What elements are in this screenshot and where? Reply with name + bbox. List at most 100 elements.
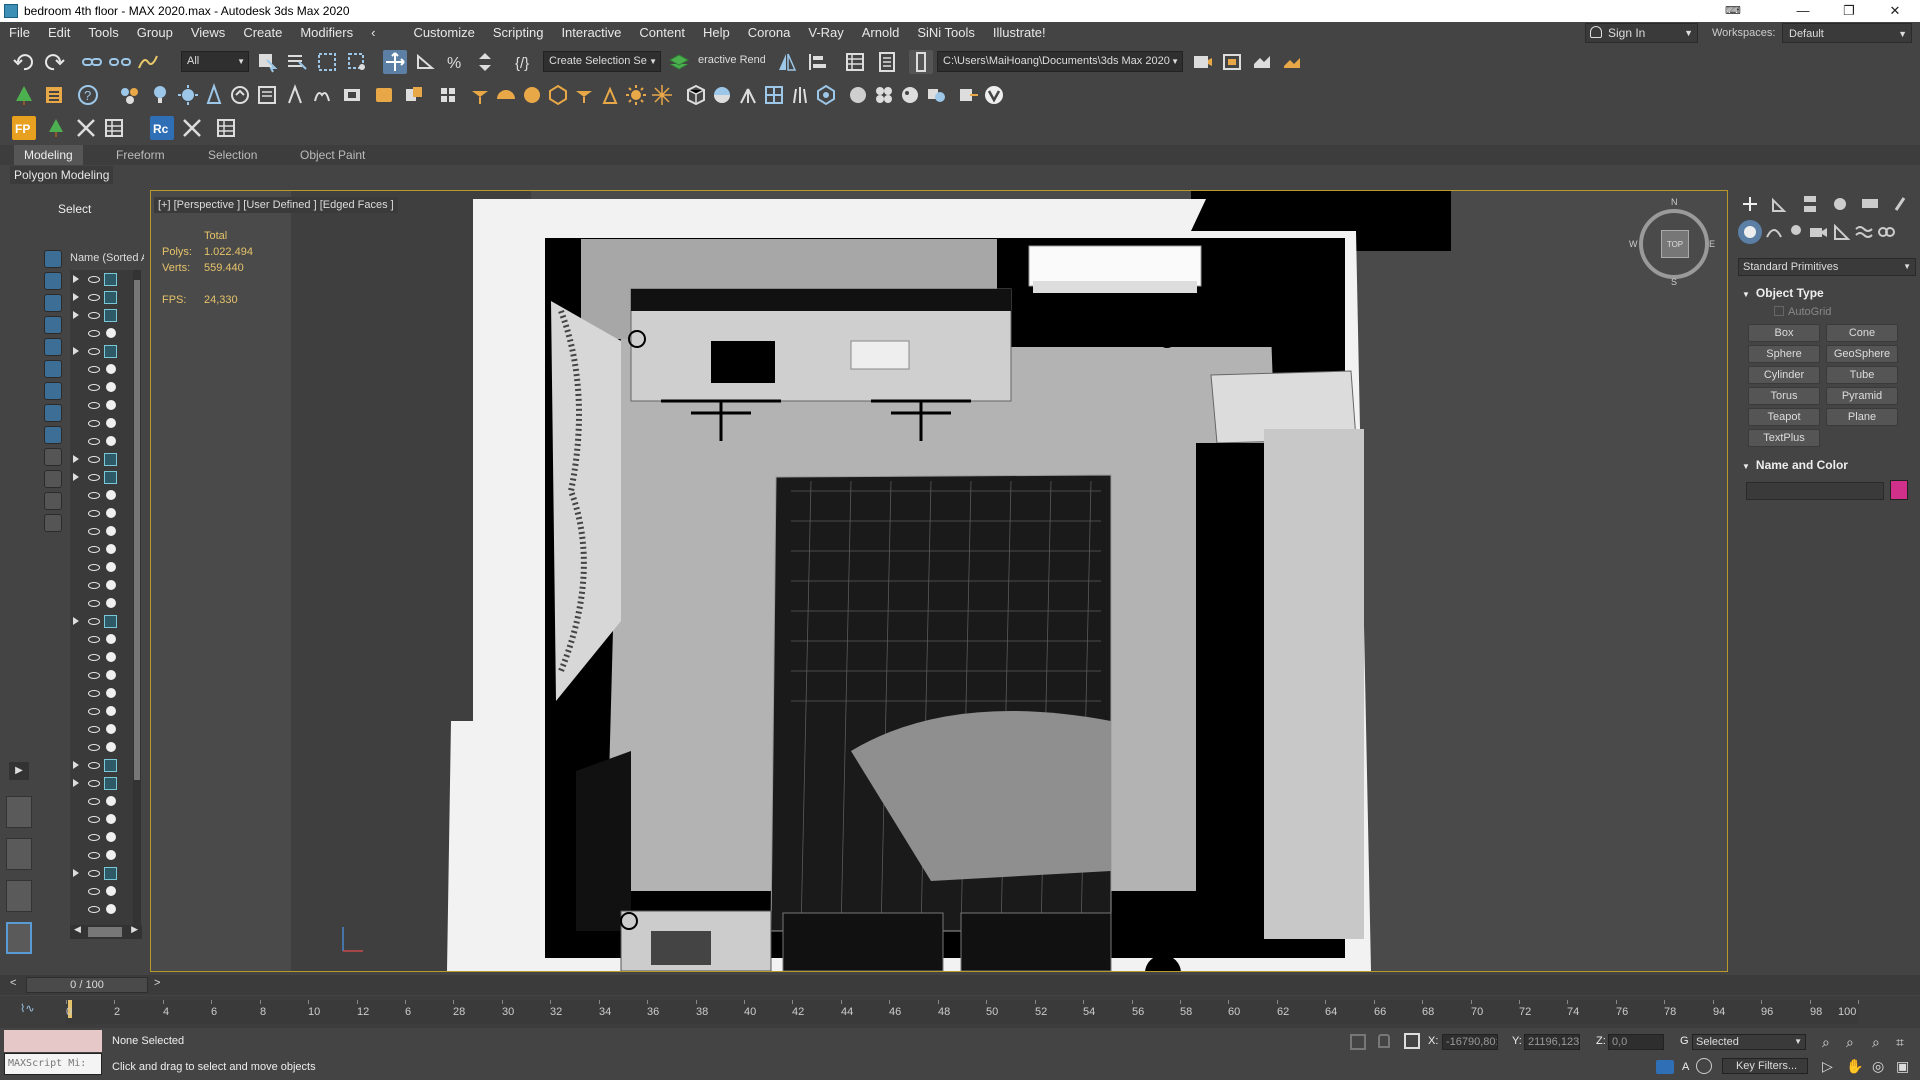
list-item[interactable] — [70, 864, 140, 882]
list-item[interactable] — [70, 342, 140, 360]
expand-arrow-icon[interactable] — [73, 455, 79, 463]
autogrid-checkbox[interactable]: AutoGrid — [1774, 306, 1831, 318]
visibility-eye-icon[interactable] — [88, 744, 100, 751]
list-item[interactable] — [70, 486, 140, 504]
minimize-button[interactable]: — — [1780, 0, 1826, 22]
link-icon[interactable] — [80, 50, 104, 74]
percent-snap-icon[interactable]: % — [443, 50, 467, 74]
display-tab-icon[interactable] — [1858, 192, 1882, 216]
field-of-view-icon[interactable]: ▷ — [1822, 1058, 1833, 1075]
visibility-eye-icon[interactable] — [88, 456, 100, 463]
track-bar[interactable]: ⌇∿ 0 2 4 6 8 10 12 6 28 30 32 34 36 38 40 42 44 46 48 50 52 5… — [0, 996, 1920, 1028]
geometry-category-icon[interactable] — [1738, 220, 1762, 244]
sun-icon[interactable] — [176, 83, 200, 107]
tripod-icon[interactable] — [736, 83, 760, 107]
selection-lock-icon[interactable] — [1378, 1034, 1390, 1048]
teapot-button[interactable]: Teapot — [1748, 408, 1820, 426]
menu-help[interactable]: Help — [694, 22, 739, 44]
list-item[interactable] — [70, 648, 140, 666]
explorer-filter-icon[interactable] — [44, 470, 62, 488]
list-item[interactable] — [70, 270, 140, 288]
proxy-icon[interactable] — [283, 83, 307, 107]
menu-customize[interactable]: Customize — [404, 22, 483, 44]
visibility-eye-icon[interactable] — [88, 834, 100, 841]
expand-arrow-icon[interactable] — [73, 617, 79, 625]
time-next-icon[interactable]: > — [154, 977, 160, 989]
shader-ball-icon[interactable] — [710, 83, 734, 107]
maxscript-mini-listener[interactable]: MAXScript Mi: — [4, 1053, 102, 1075]
list-item[interactable] — [70, 612, 140, 630]
walkthrough-icon[interactable] — [1696, 1058, 1712, 1074]
list-item[interactable] — [70, 540, 140, 558]
list-item[interactable] — [70, 684, 140, 702]
visibility-eye-icon[interactable] — [88, 348, 100, 355]
ribbon-tab-selection[interactable]: Selection — [208, 145, 257, 165]
name-and-color-rollout[interactable]: ▼ Name and Color — [1742, 458, 1848, 472]
spreadsheet-icon[interactable] — [214, 116, 238, 140]
list-item[interactable] — [70, 324, 140, 342]
list-item[interactable] — [70, 594, 140, 612]
cone-button[interactable]: Cone — [1826, 324, 1898, 342]
layer-explorer-icon[interactable] — [667, 50, 691, 74]
explorer-hscroll[interactable]: ◀ ▶ — [70, 924, 142, 939]
close-button[interactable]: ✕ — [1872, 0, 1918, 22]
menu-tools[interactable]: Tools — [79, 22, 127, 44]
table-icon[interactable] — [102, 116, 126, 140]
key-filters-button[interactable]: Key Filters... — [1722, 1058, 1808, 1074]
list-item[interactable] — [70, 702, 140, 720]
visibility-eye-icon[interactable] — [88, 852, 100, 859]
menu-modifiers[interactable]: Modifiers — [291, 22, 362, 44]
viewcube-top-face[interactable]: TOP — [1661, 230, 1689, 258]
spacewarps-category-icon[interactable] — [1852, 220, 1876, 244]
menu-vray[interactable]: V-Ray — [799, 22, 852, 44]
visibility-eye-icon[interactable] — [88, 582, 100, 589]
lights-category-icon[interactable] — [1784, 220, 1808, 244]
list-item[interactable] — [70, 720, 140, 738]
visibility-eye-icon[interactable] — [88, 870, 100, 877]
select-and-rotate-icon[interactable] — [413, 50, 437, 74]
visibility-eye-icon[interactable] — [88, 492, 100, 499]
zoom-extents-all-icon[interactable]: ⌗ — [1896, 1034, 1904, 1051]
menu-sini-tools[interactable]: SiNi Tools — [908, 22, 984, 44]
visibility-eye-icon[interactable] — [88, 798, 100, 805]
select-and-move-icon[interactable] — [383, 50, 407, 74]
scene-list-icon[interactable] — [42, 83, 66, 107]
visibility-eye-icon[interactable] — [88, 816, 100, 823]
list-item[interactable] — [70, 738, 140, 756]
interactive-render-label[interactable]: eractive Rende — [693, 51, 765, 72]
zoom-extents-icon[interactable]: ⌕ — [1872, 1034, 1880, 1051]
visibility-eye-icon[interactable] — [88, 600, 100, 607]
hierarchy-tab-icon[interactable] — [1798, 192, 1822, 216]
corona-light-icon[interactable] — [468, 83, 492, 107]
time-slider-thumb[interactable]: 0 / 100 — [26, 977, 148, 993]
textplus-button[interactable]: TextPlus — [1748, 429, 1820, 447]
list-item[interactable] — [70, 360, 140, 378]
visibility-eye-icon[interactable] — [88, 762, 100, 769]
plane-button[interactable]: Plane — [1826, 408, 1898, 426]
ribbon-tab-modeling[interactable]: Modeling — [14, 145, 83, 165]
tree-plugin-icon[interactable] — [12, 83, 36, 107]
explorer-filter-icon[interactable] — [44, 294, 62, 312]
visibility-eye-icon[interactable] — [88, 654, 100, 661]
project-folder-dropdown[interactable]: C:\Users\MaiHoang\Documents\3ds Max 2020… — [937, 51, 1183, 72]
menu-overflow[interactable]: ‹ — [362, 22, 384, 44]
visibility-eye-icon[interactable] — [88, 366, 100, 373]
list-item[interactable] — [70, 306, 140, 324]
box-button[interactable]: Box — [1748, 324, 1820, 342]
explorer-filter-icon[interactable] — [44, 338, 62, 356]
rectangular-selection-icon[interactable] — [315, 50, 339, 74]
track-bar-ruler[interactable]: 0 2 4 6 8 10 12 6 28 30 32 34 36 38 40 42 44 46 48 50 52 54 56… — [66, 1000, 1859, 1024]
menu-illustrate[interactable]: Illustrate! — [984, 22, 1055, 44]
bind-spacewarp-icon[interactable] — [136, 50, 160, 74]
visibility-eye-icon[interactable] — [88, 672, 100, 679]
rendered-frame-window-icon[interactable] — [1220, 50, 1244, 74]
corona-decal-icon[interactable] — [546, 83, 570, 107]
viewcube-compass[interactable]: TOP N S W E — [1629, 197, 1715, 287]
visibility-eye-icon[interactable] — [88, 564, 100, 571]
render-in-cloud-icon[interactable] — [1280, 50, 1304, 74]
toggle-ribbon-icon[interactable] — [909, 50, 933, 74]
render-production-icon[interactable] — [1250, 50, 1274, 74]
list-item[interactable] — [70, 666, 140, 684]
selection-filter-dropdown[interactable]: All ▼ — [181, 51, 249, 72]
visibility-eye-icon[interactable] — [88, 906, 100, 913]
